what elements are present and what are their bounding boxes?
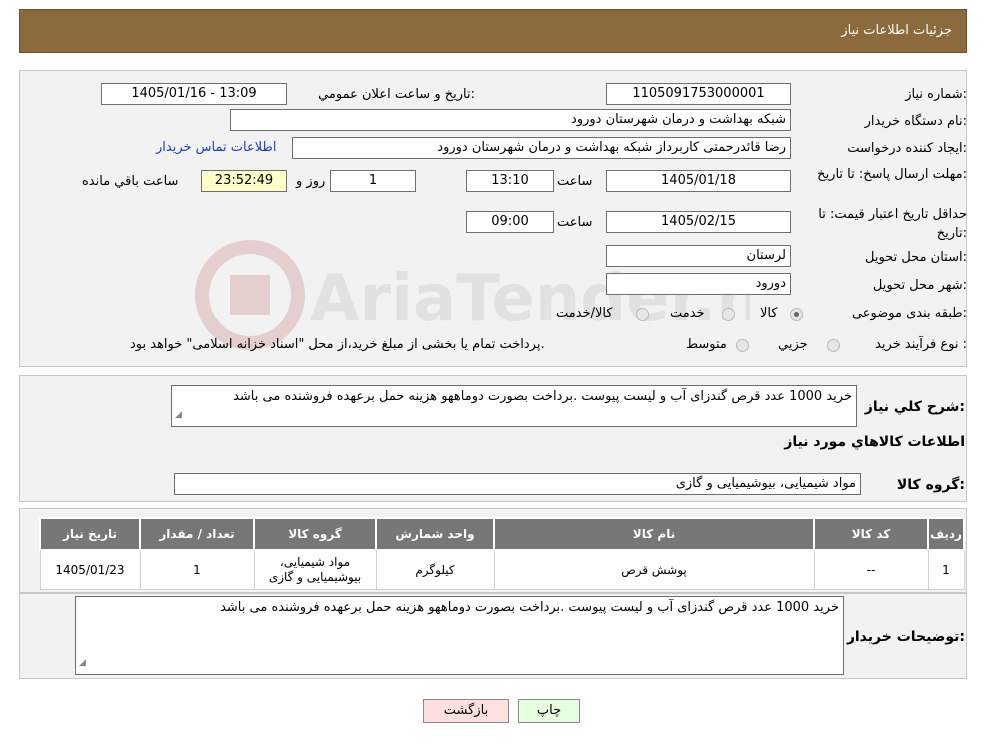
cell-qty: 1	[139, 549, 255, 590]
goods-group-label: گروه کالا:	[896, 477, 965, 493]
cell-row: 1	[927, 549, 965, 590]
goods-group-field: مواد شيميايی، بيوشيميايی و گازی	[174, 473, 861, 495]
buyer-org-label: نام دستگاه خريدار:	[864, 114, 967, 129]
validity-time-field: 09:00	[466, 211, 554, 233]
days-and-label: روز و	[296, 174, 326, 189]
need-number-label: شماره نیاز:	[905, 87, 967, 102]
category-option-goods: کالا	[760, 306, 778, 321]
announce-field: 1405/01/16 - 13:09	[101, 83, 287, 105]
category-radio-both[interactable]	[636, 308, 649, 321]
category-option-both: کالا/خدمت	[556, 306, 613, 321]
creator-field: رضا قائدرحمتی کاربرداز شبکه بهداشت و درم…	[292, 137, 791, 159]
buyer-notes-textarea: خريد 1000 عدد قرص گندزای آب و ليست پيوست…	[75, 596, 844, 675]
category-option-service: خدمت	[670, 306, 705, 321]
cell-code: --	[813, 549, 929, 590]
buyer-org-field: شبکه بهداشت و درمان شهرستان دورود	[230, 109, 791, 131]
city-label: شهر محل تحويل:	[872, 278, 967, 293]
deadline-date-field: 1405/01/18	[606, 170, 791, 192]
province-field: لرستان	[606, 245, 791, 267]
page-title: جزئیات اطلاعات نیاز	[841, 23, 952, 38]
table-row: 1 -- پوشش قرص کيلوگرم مواد شيميايی، بيوش…	[39, 549, 965, 590]
buyer-notes-label: توضيحات خريدار:	[846, 629, 965, 645]
buyer-notes-text: خريد 1000 عدد قرص گندزای آب و ليست پيوست…	[220, 600, 839, 615]
resize-grip-icon[interactable]: ◢	[175, 407, 182, 424]
process-label: نوع فرآيند خريد :	[875, 337, 967, 352]
validity-date-field: 1405/02/15	[606, 211, 791, 233]
process-option-medium: متوسط	[686, 337, 727, 352]
page-header: جزئیات اطلاعات نیاز	[19, 9, 967, 53]
deadline-time-word: ساعت	[557, 174, 593, 189]
remaining-time-field: 23:52:49	[201, 170, 287, 192]
process-radio-minor[interactable]	[827, 339, 840, 352]
col-date-header: تاريخ نياز	[39, 517, 141, 551]
cell-date: 1405/01/23	[39, 549, 141, 590]
col-code-header: کد کالا	[813, 517, 929, 551]
col-unit-header: واحد شمارش	[375, 517, 495, 551]
process-radio-medium[interactable]	[736, 339, 749, 352]
creator-label: ايجاد کننده درخواست:	[847, 141, 967, 156]
category-label: طبقه بندی موضوعی:	[851, 306, 967, 321]
remaining-label: ساعت باقي مانده	[82, 174, 179, 189]
col-group-header: گروه کالا	[253, 517, 377, 551]
back-button[interactable]: بازگشت	[423, 699, 509, 723]
deadline-time-field: 13:10	[466, 170, 554, 192]
goods-info-title: اطلاعات کالاهاي مورد نياز	[784, 434, 965, 450]
cell-unit: کيلوگرم	[375, 549, 495, 590]
cell-name: پوشش قرص	[493, 549, 815, 590]
col-qty-header: تعداد / مقدار	[139, 517, 255, 551]
buyer-contact-link[interactable]: اطلاعات تماس خريدار	[156, 140, 276, 155]
city-field: دورود	[606, 273, 791, 295]
items-table: رديف کد کالا نام کالا واحد شمارش گروه کا…	[39, 517, 965, 590]
print-button[interactable]: چاپ	[518, 699, 580, 723]
category-radio-service[interactable]	[722, 308, 735, 321]
process-note: پرداخت تمام يا بخشی از مبلغ خريد،از محل …	[130, 337, 545, 352]
table-header-row: رديف کد کالا نام کالا واحد شمارش گروه کا…	[39, 517, 965, 551]
need-number-field: 1105091753000001	[606, 83, 791, 105]
province-label: استان محل تحويل:	[865, 250, 967, 265]
validity-label: حداقل تاريخ اعتبار قيمت: تا تاريخ:	[818, 207, 967, 241]
cell-group: مواد شيميايی، بيوشيميايی و گازی	[253, 549, 377, 590]
announce-label: تاریخ و ساعت اعلان عمومي:	[318, 87, 475, 102]
days-remaining-field: 1	[330, 170, 416, 192]
description-text: خريد 1000 عدد قرص گندزای آب و ليست پيوست…	[233, 389, 852, 404]
process-option-minor: جزيي	[778, 337, 808, 352]
col-row-header: رديف	[927, 517, 965, 551]
resize-grip-icon[interactable]: ◢	[79, 655, 86, 672]
description-textarea: خريد 1000 عدد قرص گندزای آب و ليست پيوست…	[171, 385, 857, 427]
col-name-header: نام کالا	[493, 517, 815, 551]
category-radio-goods[interactable]	[790, 308, 803, 321]
description-label: شرح کلي نياز:	[864, 399, 965, 415]
validity-time-word: ساعت	[557, 215, 593, 230]
deadline-label: مهلت ارسال پاسخ: تا تاريخ:	[817, 167, 967, 182]
